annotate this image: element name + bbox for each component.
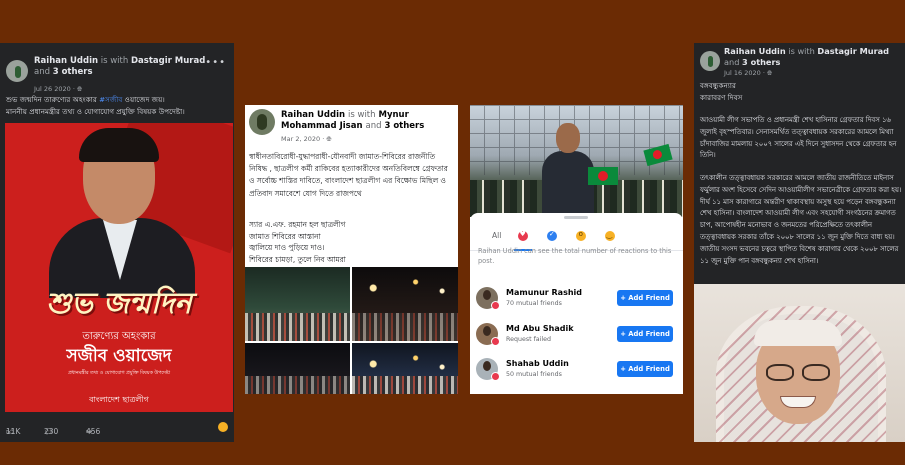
flag-image [588,167,618,185]
wow-reaction-icon [576,230,586,241]
birthday-poster-image[interactable]: শুভ জন্মদিন তারুণ্যের অহংকার সজীব ওয়াজে… [5,123,233,412]
sheet-handle[interactable] [564,216,588,219]
poster-name: সজীব ওয়াজেদ [66,346,172,366]
mutual-friends: 70 mutual friends [506,300,562,307]
person-name[interactable]: Shahab Uddin [506,359,569,368]
portrait-photo[interactable] [694,284,905,442]
love-reaction-icon [518,230,528,241]
care-reaction-icon [605,231,615,241]
author-avatar[interactable] [249,109,275,135]
slogan-line: শিবিরের চামড়া, তুলে নিব আমরা [249,254,346,264]
post-author-line: Raihan Uddin is with Mynur Mohammad Jisa… [281,110,425,131]
globe-icon: 🌐︎ [326,135,332,143]
poster-portrait [47,128,197,298]
author-avatar[interactable] [6,60,28,82]
post-paragraph: তৎকালীন তত্ত্বাবধায়ক সরকারের আমলে জাতীয… [700,174,902,265]
hashtag-link[interactable]: #সজীব [99,95,122,104]
list-item[interactable]: Md Abu Shadik Request failed Add Friend [476,321,679,349]
post-author-line: Raihan Uddin is with Dastagir Murad and … [724,46,890,67]
slogan-line: স্যার এ.এফ. রহমান হল ছাত্রলীগ [249,220,346,229]
post-card-arrest-day: Raihan Uddin is with Dastagir Murad and … [694,43,905,442]
post-date[interactable]: Mar 2, 2020 · 🌐︎ [281,135,332,144]
author-name[interactable]: Raihan Uddin [281,110,345,120]
globe-icon: 🌐︎ [77,85,83,93]
photo-rally-4[interactable] [352,343,458,394]
tab-care[interactable] [605,231,615,243]
author-avatar[interactable] [700,51,720,71]
poster-organization: বাংলাদেশ ছাত্রলীগ [89,395,149,404]
mutual-friends: 50 mutual friends [506,371,562,378]
tagged-others[interactable]: 3 others [742,57,780,67]
add-friend-button[interactable]: Add Friend [617,290,673,306]
tab-like[interactable] [547,230,557,243]
love-reaction-icon [491,337,500,346]
tagged-name[interactable]: Dastagir Murad [817,46,889,56]
reactions-note: Raihan Uddin can see the total number of… [478,247,672,265]
globe-icon: 🌐︎ [767,69,773,77]
post-header: Raihan Uddin is with Dastagir Murad and … [6,52,228,94]
photo-rally-3[interactable] [245,343,350,394]
rally-photo[interactable] [470,105,683,217]
post-date[interactable]: Jul 26 2020 · 🌐︎ [34,85,82,94]
post-caption: শুভ জন্মদিন তারুণ্যের অহংকার #সজীব ওয়াজ… [6,95,185,116]
person-name[interactable]: Md Abu Shadik [506,324,574,333]
tagged-others[interactable]: 3 others [53,67,93,77]
tab-love[interactable] [518,230,528,243]
tagged-name[interactable]: Dastagir Murad [131,56,205,66]
like-reaction-icon [547,230,557,241]
post-author-line: Raihan Uddin is with Dastagir Murad and … [34,56,206,77]
slogan-line: জামাত শিবিরের আস্তানা [249,231,321,241]
request-status: Request failed [506,336,552,343]
add-friend-button[interactable]: Add Friend [617,361,673,377]
post-card-birthday: Raihan Uddin is with Dastagir Murad and … [0,43,234,442]
post-date[interactable]: Jul 16 2020 · 🌐︎ [724,69,772,78]
more-icon[interactable]: ••• [205,57,226,68]
post-body: স্বাধীনতাবিরোধী-যুদ্ধাপরাধী-যৌনবাদী জামা… [249,152,448,198]
author-name[interactable]: Raihan Uddin [34,56,98,66]
tab-all[interactable]: All [492,231,501,240]
reaction-icon[interactable] [218,422,228,432]
tab-wow[interactable] [576,230,586,243]
photo-rally-1[interactable] [245,267,350,341]
photo-grid [245,267,458,394]
reactions-screen: All Raihan Uddin can see the total numbe… [470,105,683,394]
photo-rally-2[interactable] [352,267,458,341]
post-card-protest: Raihan Uddin is with Mynur Mohammad Jisa… [245,105,458,394]
post-title: বঙ্গবন্ধুকন্যার কারাবরণ দিবস [700,81,743,102]
slogan-line: জ্বালিয়ে দাও পুড়িয়ে দাও। [249,243,325,252]
post-slogans: স্যার এ.এফ. রহমান হল ছাত্রলীগ জামাত শিবি… [249,219,455,265]
list-item[interactable]: Shahab Uddin 50 mutual friends Add Frien… [476,356,679,384]
poster-role: প্রধানমন্ত্রীর তথ্য ও যোগাযোগ প্রযুক্তি … [67,371,171,376]
author-name[interactable]: Raihan Uddin [724,46,786,56]
add-friend-button[interactable]: Add Friend [617,326,673,342]
love-reaction-icon [491,372,500,381]
engagement-bar: 👍︎ 11K 💬︎ 230 ↪ 456 [4,417,230,437]
person-name[interactable]: Mamunur Rashid [506,288,582,297]
post-paragraph: আওয়ামী লীগ সভাপতি ও প্রধানমন্ত্রী শেখ হ… [700,116,897,160]
love-reaction-icon [491,301,500,310]
list-item[interactable]: Mamunur Rashid 70 mutual friends Add Fri… [476,285,679,313]
poster-greeting: শুভ জন্মদিন [46,286,192,320]
tagged-others[interactable]: 3 others [384,121,424,131]
